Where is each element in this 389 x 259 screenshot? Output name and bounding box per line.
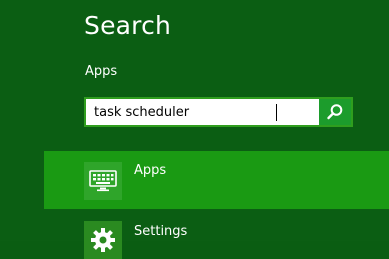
result-item-label: Apps <box>134 163 167 178</box>
page-title: Search <box>84 11 172 40</box>
text-caret <box>276 104 277 121</box>
search-box <box>84 97 353 127</box>
keyboard-icon <box>89 170 117 192</box>
result-tile <box>84 221 122 259</box>
gear-icon <box>91 228 115 252</box>
result-item-apps[interactable]: Apps <box>44 151 389 209</box>
result-item-settings[interactable]: Settings <box>44 213 389 259</box>
result-item-label: Settings <box>134 224 188 239</box>
search-icon <box>327 104 343 120</box>
search-submit-button[interactable] <box>319 99 351 125</box>
search-input[interactable] <box>94 103 312 123</box>
result-tile <box>84 162 122 200</box>
search-scope-label[interactable]: Apps <box>85 64 117 79</box>
search-charm-pane: Search Apps task scheduler Apps Settings <box>0 0 389 259</box>
